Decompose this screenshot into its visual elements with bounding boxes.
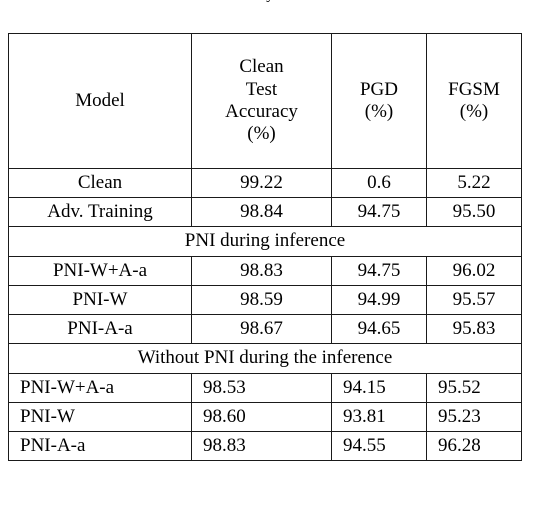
cell-model: PNI-A-a xyxy=(8,431,192,461)
cell-pgd: 94.65 xyxy=(331,314,427,344)
cell-fgsm: 95.52 xyxy=(426,373,522,403)
column-header-line: PGD xyxy=(359,78,398,100)
cell-model: PNI-W xyxy=(8,402,192,432)
cell-model: PNI-W xyxy=(8,285,192,315)
table-row: PNI-W 98.60 93.81 95.23 xyxy=(8,402,522,432)
cell-fgsm: 95.83 xyxy=(426,314,522,344)
table-row: PNI-A-a 98.83 94.55 96.28 xyxy=(8,431,522,461)
cell-pgd: 94.99 xyxy=(331,285,427,315)
cell-model: Adv. Training xyxy=(8,197,192,227)
column-header-line: Clean xyxy=(239,56,284,78)
column-header-line: (%) xyxy=(247,123,276,145)
cell-pgd: 0.6 xyxy=(331,168,427,198)
cell-fgsm: 96.28 xyxy=(426,431,522,461)
section-label: Without PNI during the inference xyxy=(8,343,522,374)
results-table-container: Model Clean Test Accuracy (%) PGD (%) FGSM (%… xyxy=(8,33,522,461)
cell-model: Clean xyxy=(8,168,192,198)
table-section-row: Without PNI during the inference xyxy=(8,343,522,374)
cell-pgd: 93.81 xyxy=(331,402,427,432)
table-row: Adv. Training 98.84 94.75 95.50 xyxy=(8,197,522,227)
cell-model: PNI-W+A-a xyxy=(8,373,192,403)
clipped-caption: y xyxy=(0,0,540,4)
cell-fgsm: 5.22 xyxy=(426,168,522,198)
column-header-line: (%) xyxy=(459,101,489,122)
cell-clean_test_accuracy: 99.22 xyxy=(191,168,332,198)
cell-pgd: 94.75 xyxy=(331,197,427,227)
cell-pgd: 94.55 xyxy=(331,431,427,461)
section-label: PNI during inference xyxy=(8,226,522,257)
column-header-line: (%) xyxy=(364,101,394,122)
cell-clean_test_accuracy: 98.83 xyxy=(191,256,332,286)
column-header-line: Test xyxy=(245,78,278,100)
cell-pgd: 94.75 xyxy=(331,256,427,286)
cell-clean_test_accuracy: 98.83 xyxy=(191,431,332,461)
table-row: PNI-A-a 98.67 94.65 95.83 xyxy=(8,314,522,344)
column-header-line: Accuracy xyxy=(225,101,298,122)
column-header-pgd: PGD (%) xyxy=(331,33,427,169)
cell-pgd: 94.15 xyxy=(331,373,427,403)
cell-clean_test_accuracy: 98.53 xyxy=(191,373,332,403)
table-header: Model Clean Test Accuracy (%) PGD (%) FGSM (%… xyxy=(8,33,522,169)
cell-fgsm: 95.57 xyxy=(426,285,522,315)
cell-clean_test_accuracy: 98.60 xyxy=(191,402,332,432)
column-header-fgsm: FGSM (%) xyxy=(426,33,522,169)
cell-clean_test_accuracy: 98.59 xyxy=(191,285,332,315)
cell-model: PNI-A-a xyxy=(8,314,192,344)
column-header-clean-test-accuracy-lines: Clean Test Accuracy (%) xyxy=(192,56,331,146)
table-row: PNI-W+A-a 98.83 94.75 96.02 xyxy=(8,256,522,286)
cell-clean_test_accuracy: 98.84 xyxy=(191,197,332,227)
column-header-line: Model xyxy=(75,89,125,111)
table-body: Clean 99.22 0.6 5.22 Adv. Training 98.84 94.75… xyxy=(8,168,522,461)
column-header-clean-test-accuracy: Clean Test Accuracy (%) xyxy=(191,33,332,169)
cell-fgsm: 95.23 xyxy=(426,402,522,432)
column-header-line: FGSM xyxy=(448,78,500,100)
table-section-row: PNI during inference xyxy=(8,226,522,257)
column-header-fgsm-lines: FGSM (%) xyxy=(427,79,521,124)
cell-fgsm: 96.02 xyxy=(426,256,522,286)
table-row: PNI-W+A-a 98.53 94.15 95.52 xyxy=(8,373,522,403)
table-row: Clean 99.22 0.6 5.22 xyxy=(8,168,522,198)
header-row: Model Clean Test Accuracy (%) PGD (%) FGSM (%… xyxy=(8,33,522,169)
table-row: PNI-W 98.59 94.99 95.57 xyxy=(8,285,522,315)
column-header-pgd-lines: PGD (%) xyxy=(332,79,426,124)
results-table: Model Clean Test Accuracy (%) PGD (%) FGSM (%… xyxy=(8,33,522,461)
cell-clean_test_accuracy: 98.67 xyxy=(191,314,332,344)
column-header-model: Model xyxy=(8,33,192,169)
cell-model: PNI-W+A-a xyxy=(8,256,192,286)
cell-fgsm: 95.50 xyxy=(426,197,522,227)
column-header-model-lines: Model xyxy=(9,90,191,112)
